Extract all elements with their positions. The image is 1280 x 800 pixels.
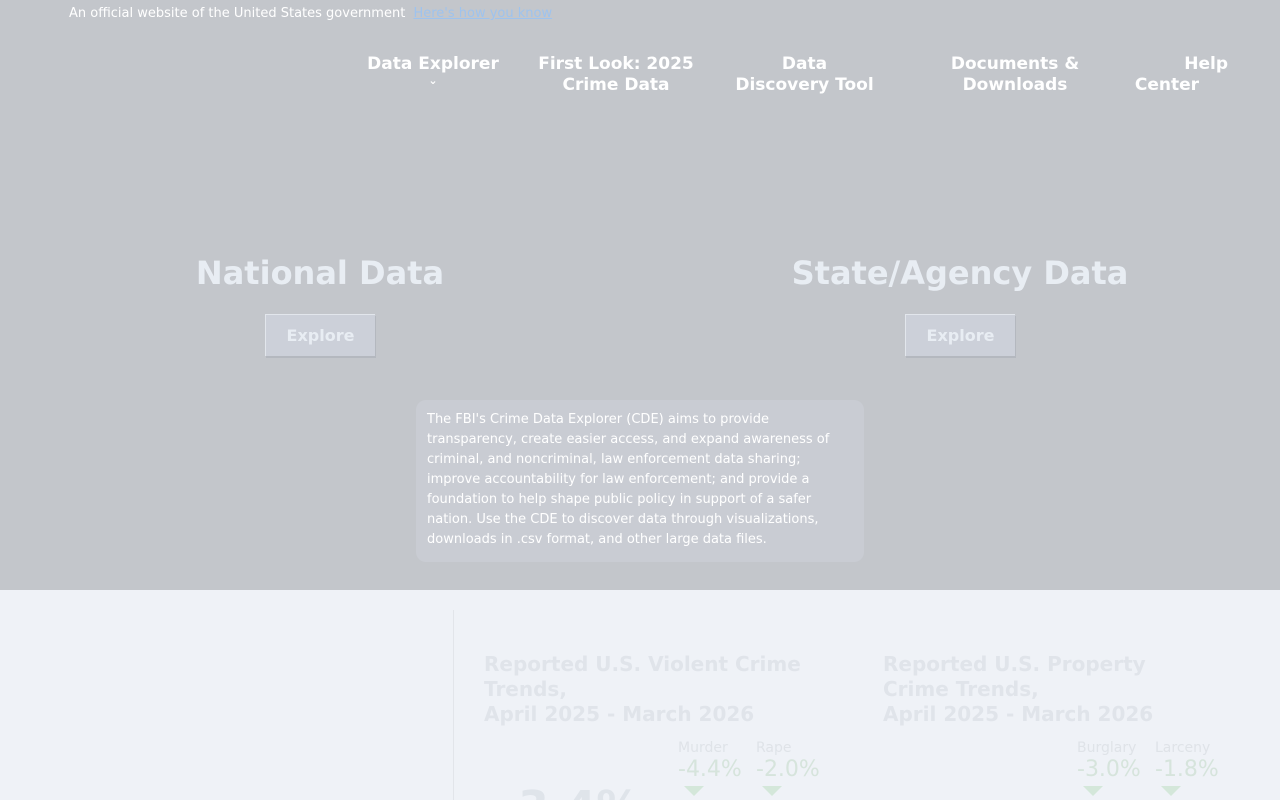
metric-label: Burglary xyxy=(1077,740,1137,756)
state-explore-button[interactable]: Explore xyxy=(905,314,1015,356)
nav-item-label: Help xyxy=(1184,54,1228,74)
chevron-down-icon: ⌄ xyxy=(428,74,438,87)
nav-item-data-discovery-tool[interactable]: Data Discovery Tool xyxy=(732,54,877,96)
nav-item-label: Downloads xyxy=(962,75,1068,95)
metric-value: -1.8% xyxy=(1155,757,1219,782)
trend-title-line: Trends, xyxy=(484,677,567,701)
nav-item-label: Center xyxy=(1134,75,1199,95)
section-divider xyxy=(453,610,454,800)
trend-title-line: Reported U.S. Property xyxy=(883,652,1146,676)
nav-item-first-look[interactable]: First Look: 2025 Crime Data xyxy=(536,54,696,96)
trend-title-line: Reported U.S. Violent Crime xyxy=(484,652,801,676)
heres-how-you-know-link[interactable]: Here's how you know xyxy=(413,6,552,21)
down-triangle-icon xyxy=(762,786,782,796)
trend-title-line: April 2025 - March 2026 xyxy=(484,702,755,726)
nav-item-label: Crime Data xyxy=(562,75,670,95)
nav-item-label: Documents & xyxy=(950,54,1080,74)
metric-label: Rape xyxy=(756,740,792,756)
rape-metric: Rape -2.0% xyxy=(756,740,820,796)
national-explore-button[interactable]: Explore xyxy=(265,314,375,356)
nav-item-label: Discovery Tool xyxy=(735,75,874,95)
about-cde-card: The FBI's Crime Data Explorer (CDE) aims… xyxy=(416,400,864,562)
metric-label: Larceny xyxy=(1155,740,1211,756)
state-agency-data-title: State/Agency Data xyxy=(791,254,1129,292)
main-nav: Data Explorer ⌄ First Look: 2025 Crime D… xyxy=(0,54,1280,104)
gov-banner: An official website of the United States… xyxy=(69,6,552,21)
trend-title-line: April 2025 - March 2026 xyxy=(883,702,1154,726)
nav-item-documents-downloads[interactable]: Documents & Downloads xyxy=(945,54,1085,96)
state-agency-data-section: State/Agency Data Explore xyxy=(730,254,1190,356)
nav-item-help-center[interactable]: Help Center xyxy=(1124,54,1228,96)
gov-banner-text: An official website of the United States… xyxy=(69,6,406,21)
murder-metric: Murder -4.4% xyxy=(678,740,742,796)
metric-value: -4.4% xyxy=(678,757,742,782)
violent-crime-overall-change: -3.4% xyxy=(500,786,640,800)
property-crime-trend-title: Reported U.S. Property Crime Trends, Apr… xyxy=(883,652,1243,727)
down-triangle-icon xyxy=(1083,786,1103,796)
trend-title-line: Crime Trends, xyxy=(883,677,1039,701)
nav-item-label: First Look: 2025 xyxy=(538,54,694,74)
national-data-title: National Data xyxy=(195,254,445,292)
national-data-section: National Data Explore xyxy=(90,254,550,356)
down-triangle-icon xyxy=(1161,786,1181,796)
nav-item-label: Data Explorer xyxy=(367,54,499,74)
metric-label: Murder xyxy=(678,740,728,756)
metric-value: -3.0% xyxy=(1077,757,1141,782)
burglary-metric: Burglary -3.0% xyxy=(1077,740,1141,796)
nav-item-label: Data xyxy=(781,54,828,74)
larceny-metric: Larceny -1.8% xyxy=(1155,740,1219,796)
metric-value: -2.0% xyxy=(756,757,820,782)
about-cde-text: The FBI's Crime Data Explorer (CDE) aims… xyxy=(427,412,830,547)
nav-item-data-explorer[interactable]: Data Explorer ⌄ xyxy=(366,54,500,87)
down-triangle-icon xyxy=(684,786,704,796)
violent-crime-trend-title: Reported U.S. Violent Crime Trends, Apri… xyxy=(484,652,844,727)
trends-section: Reported U.S. Violent Crime Trends, Apri… xyxy=(0,590,1280,800)
